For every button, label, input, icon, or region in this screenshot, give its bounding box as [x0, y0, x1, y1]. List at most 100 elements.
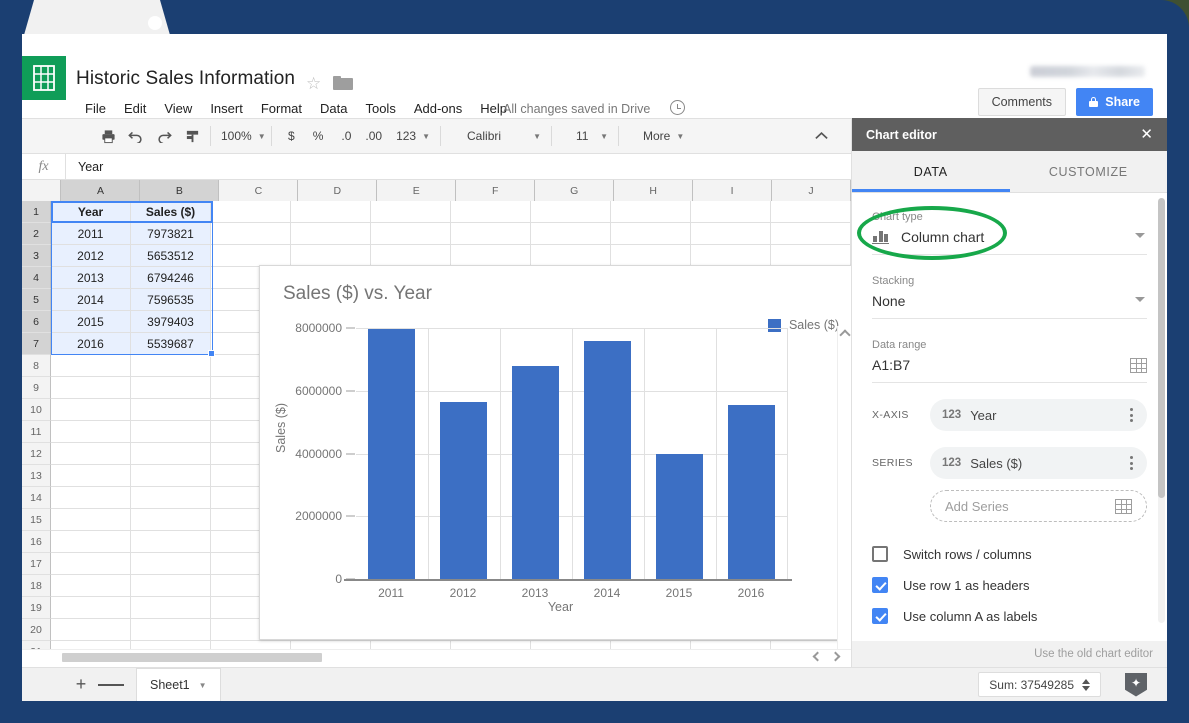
row-header-13[interactable]: 13 — [22, 465, 51, 487]
row-header-12[interactable]: 12 — [22, 443, 51, 465]
cell-b3[interactable]: 5653512 — [131, 245, 211, 267]
scroll-up-icon[interactable] — [839, 329, 851, 341]
checkbox-use-row-1-as-headers[interactable]: Use row 1 as headers — [872, 577, 1147, 593]
cell-b1[interactable]: Sales ($) — [131, 201, 211, 223]
increase-decimal-button[interactable]: .00 — [359, 124, 388, 148]
version-history-icon[interactable] — [670, 100, 685, 115]
row-header-6[interactable]: 6 — [22, 311, 51, 333]
series-more-icon[interactable] — [1128, 454, 1135, 472]
column-header-b[interactable]: B — [140, 180, 220, 201]
row-header-20[interactable]: 20 — [22, 619, 51, 641]
comments-button[interactable]: Comments — [977, 88, 1066, 116]
cell-a8[interactable] — [51, 355, 131, 377]
cell-i2[interactable] — [691, 223, 771, 245]
cell-b12[interactable] — [131, 443, 211, 465]
cell-c2[interactable] — [211, 223, 291, 245]
percent-format-button[interactable]: % — [307, 124, 330, 148]
column-header-g[interactable]: G — [535, 180, 615, 201]
menu-item-file[interactable]: File — [76, 98, 115, 119]
column-header-i[interactable]: I — [693, 180, 773, 201]
row-header-2[interactable]: 2 — [22, 223, 51, 245]
grid-horizontal-scrollbar[interactable] — [22, 649, 851, 663]
cell-a9[interactable] — [51, 377, 131, 399]
cell-c3[interactable] — [211, 245, 291, 267]
cell-a20[interactable] — [51, 619, 131, 641]
cell-b9[interactable] — [131, 377, 211, 399]
row-header-7[interactable]: 7 — [22, 333, 51, 355]
add-series-button[interactable]: Add Series — [930, 490, 1147, 522]
column-header-h[interactable]: H — [614, 180, 694, 201]
cell-f3[interactable] — [451, 245, 531, 267]
select-all-corner[interactable] — [22, 180, 62, 201]
cell-a7[interactable]: 2016 — [51, 333, 131, 355]
currency-format-button[interactable]: $ — [282, 124, 301, 148]
cell-a19[interactable] — [51, 597, 131, 619]
cell-a18[interactable] — [51, 575, 131, 597]
chevron-down-icon[interactable]: ▼ — [199, 681, 207, 690]
chart-object[interactable]: Sales ($) vs. Year Sales ($) Sales ($) 0… — [259, 265, 851, 640]
print-icon[interactable] — [94, 123, 122, 149]
row-header-4[interactable]: 4 — [22, 267, 51, 289]
column-header-j[interactable]: J — [772, 180, 851, 201]
cell-g3[interactable] — [531, 245, 611, 267]
sheets-logo-icon[interactable] — [22, 56, 66, 100]
bar-2012[interactable] — [440, 401, 487, 579]
row-header-18[interactable]: 18 — [22, 575, 51, 597]
cell-a5[interactable]: 2014 — [51, 289, 131, 311]
cell-e3[interactable] — [371, 245, 451, 267]
bar-2013[interactable] — [512, 365, 559, 579]
cell-j3[interactable] — [771, 245, 851, 267]
grid-select-icon[interactable] — [1130, 357, 1147, 373]
cell-b16[interactable] — [131, 531, 211, 553]
bar-2016[interactable] — [728, 405, 775, 579]
star-icon[interactable]: ☆ — [306, 74, 321, 94]
grid-vertical-scrollbar[interactable] — [837, 326, 851, 663]
scroll-right-icon[interactable] — [830, 651, 841, 662]
collapse-toolbar-icon[interactable] — [807, 123, 835, 149]
row-header-17[interactable]: 17 — [22, 553, 51, 575]
row-header-5[interactable]: 5 — [22, 289, 51, 311]
scroll-left-icon[interactable] — [812, 651, 823, 662]
row-header-16[interactable]: 16 — [22, 531, 51, 553]
cell-a17[interactable] — [51, 553, 131, 575]
share-button[interactable]: Share — [1076, 88, 1153, 116]
cell-h3[interactable] — [611, 245, 691, 267]
all-sheets-icon[interactable] — [98, 672, 125, 698]
menu-item-view[interactable]: View — [155, 98, 201, 119]
hscroll-thumb[interactable] — [62, 653, 322, 662]
document-title[interactable]: Historic Sales Information — [76, 68, 295, 90]
old-chart-editor-link[interactable]: Use the old chart editor — [1034, 648, 1153, 660]
menu-item-insert[interactable]: Insert — [201, 98, 252, 119]
cell-c1[interactable] — [211, 201, 291, 223]
menu-item-addons[interactable]: Add-ons — [405, 98, 471, 119]
menu-item-tools[interactable]: Tools — [356, 98, 404, 119]
row-header-1[interactable]: 1 — [22, 201, 51, 223]
chart-editor-scroll-thumb[interactable] — [1158, 198, 1165, 498]
cell-a13[interactable] — [51, 465, 131, 487]
cell-f2[interactable] — [451, 223, 531, 245]
grid-select-icon[interactable] — [1115, 498, 1132, 514]
cell-i3[interactable] — [691, 245, 771, 267]
column-header-d[interactable]: D — [298, 180, 378, 201]
bar-2015[interactable] — [656, 454, 703, 579]
cell-b11[interactable] — [131, 421, 211, 443]
chart-editor-scrollbar[interactable] — [1158, 198, 1165, 623]
cell-a10[interactable] — [51, 399, 131, 421]
column-header-c[interactable]: C — [219, 180, 299, 201]
cell-a11[interactable] — [51, 421, 131, 443]
cell-g2[interactable] — [531, 223, 611, 245]
cell-h1[interactable] — [611, 201, 691, 223]
checkbox-use-column-a-as-labels[interactable]: Use column A as labels — [872, 608, 1147, 624]
cell-d3[interactable] — [291, 245, 371, 267]
row-header-9[interactable]: 9 — [22, 377, 51, 399]
cell-a1[interactable]: Year — [51, 201, 131, 223]
cell-b4[interactable]: 6794246 — [131, 267, 211, 289]
row-header-10[interactable]: 10 — [22, 399, 51, 421]
row-header-8[interactable]: 8 — [22, 355, 51, 377]
cell-a16[interactable] — [51, 531, 131, 553]
cell-a6[interactable]: 2015 — [51, 311, 131, 333]
data-range-input[interactable]: A1:B7 — [872, 357, 1147, 383]
number-format-button[interactable]: 123 ▼ — [390, 124, 436, 148]
series-chip[interactable]: 123 Sales ($) — [930, 447, 1147, 479]
cell-h2[interactable] — [611, 223, 691, 245]
